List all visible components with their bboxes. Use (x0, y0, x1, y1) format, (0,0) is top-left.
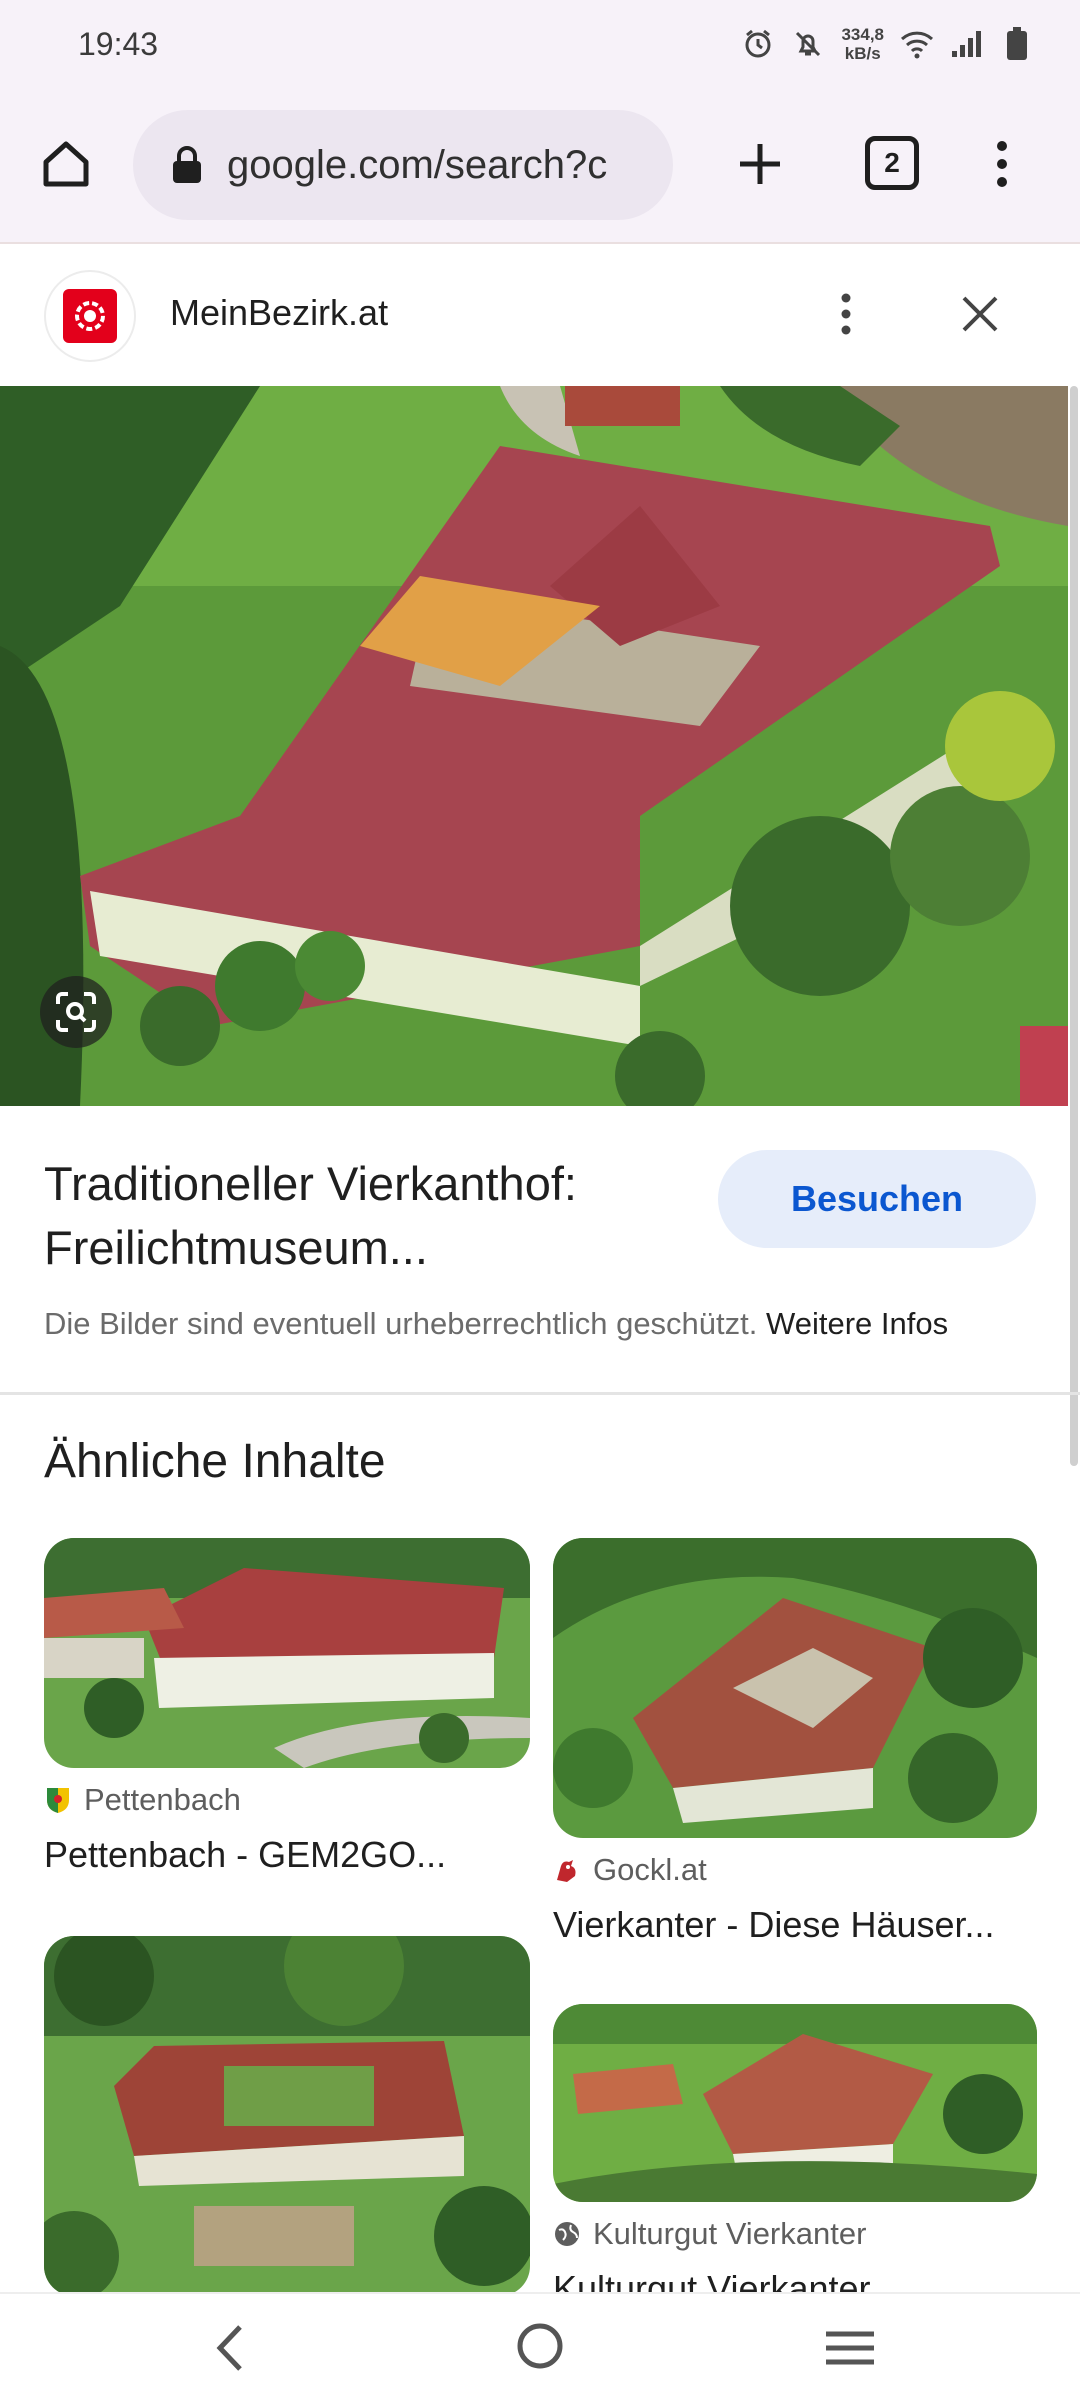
result-title-line1: Traditioneller Vierkanthof: (44, 1157, 577, 1210)
system-navigation-bar (0, 2292, 1080, 2408)
related-card[interactable]: Kulturgut Vierkanter Kulturgut Vierkante… (553, 2004, 1037, 2310)
close-button[interactable] (950, 284, 1010, 344)
image-result-sheet: MeinBezirk.at Traditioneller Vierkanthof… (0, 242, 1080, 2309)
related-card-source: Pettenbach (44, 1782, 530, 1818)
related-card-source-name: Kulturgut Vierkanter (593, 2216, 867, 2251)
new-tab-button[interactable] (728, 132, 792, 196)
related-card-source-name: Gockl.at (593, 1852, 707, 1887)
related-card-thumbnail[interactable] (44, 1538, 530, 1768)
related-card-thumbnail[interactable] (553, 2004, 1037, 2202)
related-card-source: Gockl.at (553, 1852, 1037, 1888)
related-card[interactable]: Pettenbach Pettenbach - GEM2GO... (44, 1538, 530, 1876)
alarm-icon (741, 27, 775, 61)
related-card[interactable]: Gockl.at Vierkanter - Diese Häuser... (553, 1538, 1037, 1946)
result-title[interactable]: Traditioneller Vierkanthof: Freilichtmus… (44, 1152, 684, 1280)
url-text[interactable]: google.com/search?c (227, 143, 607, 188)
battery-icon (1000, 27, 1034, 61)
net-speed: 334,8 kB/s (841, 25, 884, 63)
more-info-link[interactable]: Weitere Infos (766, 1306, 948, 1341)
gockl-rooster-icon (553, 1856, 581, 1884)
lens-search-button[interactable] (40, 976, 112, 1048)
source-name[interactable]: MeinBezirk.at (170, 292, 388, 334)
plus-icon (740, 144, 780, 184)
recents-icon (826, 2331, 874, 2365)
related-section-title: Ähnliche Inhalte (44, 1435, 386, 1488)
recents-button[interactable] (820, 2318, 880, 2378)
related-card-source: Kulturgut Vierkanter (553, 2216, 1037, 2252)
related-card-thumbnail[interactable] (553, 1538, 1037, 1838)
mute-icon (791, 27, 825, 61)
related-card-thumbnail[interactable] (44, 1936, 530, 2296)
back-button[interactable] (200, 2318, 260, 2378)
browser-menu-button[interactable] (976, 132, 1028, 196)
net-speed-value: 334,8 (841, 25, 884, 44)
visit-button[interactable]: Besuchen (718, 1150, 1036, 1248)
wifi-icon (900, 27, 934, 61)
back-icon (216, 2325, 242, 2371)
more-vert-icon (841, 293, 851, 335)
browser-toolbar: google.com/search?c 2 (0, 90, 1080, 242)
meinbezirk-logo-icon (75, 301, 105, 331)
more-options-button[interactable] (826, 284, 866, 344)
url-bar[interactable]: google.com/search?c (133, 110, 673, 220)
main-preview-image[interactable] (0, 386, 1068, 1106)
home-button[interactable] (34, 132, 98, 196)
copyright-text: Die Bilder sind eventuell urheberrechtli… (44, 1306, 758, 1341)
related-card-title[interactable]: Vierkanter - Diese Häuser... (553, 1904, 1037, 1946)
related-card-source-name: Pettenbach (84, 1782, 241, 1817)
copyright-notice: Die Bilder sind eventuell urheberrechtli… (44, 1306, 948, 1342)
pettenbach-crest-icon (44, 1786, 72, 1814)
divider (0, 1392, 1080, 1395)
source-favicon (44, 270, 136, 362)
net-speed-unit: kB/s (844, 44, 881, 63)
globe-icon (553, 2220, 581, 2248)
home-circle-icon (517, 2323, 563, 2369)
home-icon (43, 141, 89, 187)
menu-dots-icon (997, 141, 1007, 187)
related-card[interactable] (44, 1936, 530, 2296)
lock-icon[interactable] (169, 143, 205, 187)
home-nav-button[interactable] (510, 2316, 570, 2376)
tab-switcher-button[interactable]: 2 (865, 136, 919, 190)
status-time: 19:43 (78, 26, 159, 62)
status-bar: 19:43 334,8 kB/s (0, 0, 1080, 90)
scrollbar[interactable] (1070, 386, 1078, 1466)
signal-icon (950, 27, 984, 61)
source-header: MeinBezirk.at (0, 244, 1080, 384)
close-icon (962, 296, 998, 332)
status-icons: 334,8 kB/s (741, 20, 1034, 68)
result-title-line2: Freilichtmuseum... (44, 1221, 428, 1274)
lens-icon (56, 992, 96, 1032)
related-card-title[interactable]: Pettenbach - GEM2GO... (44, 1834, 530, 1876)
